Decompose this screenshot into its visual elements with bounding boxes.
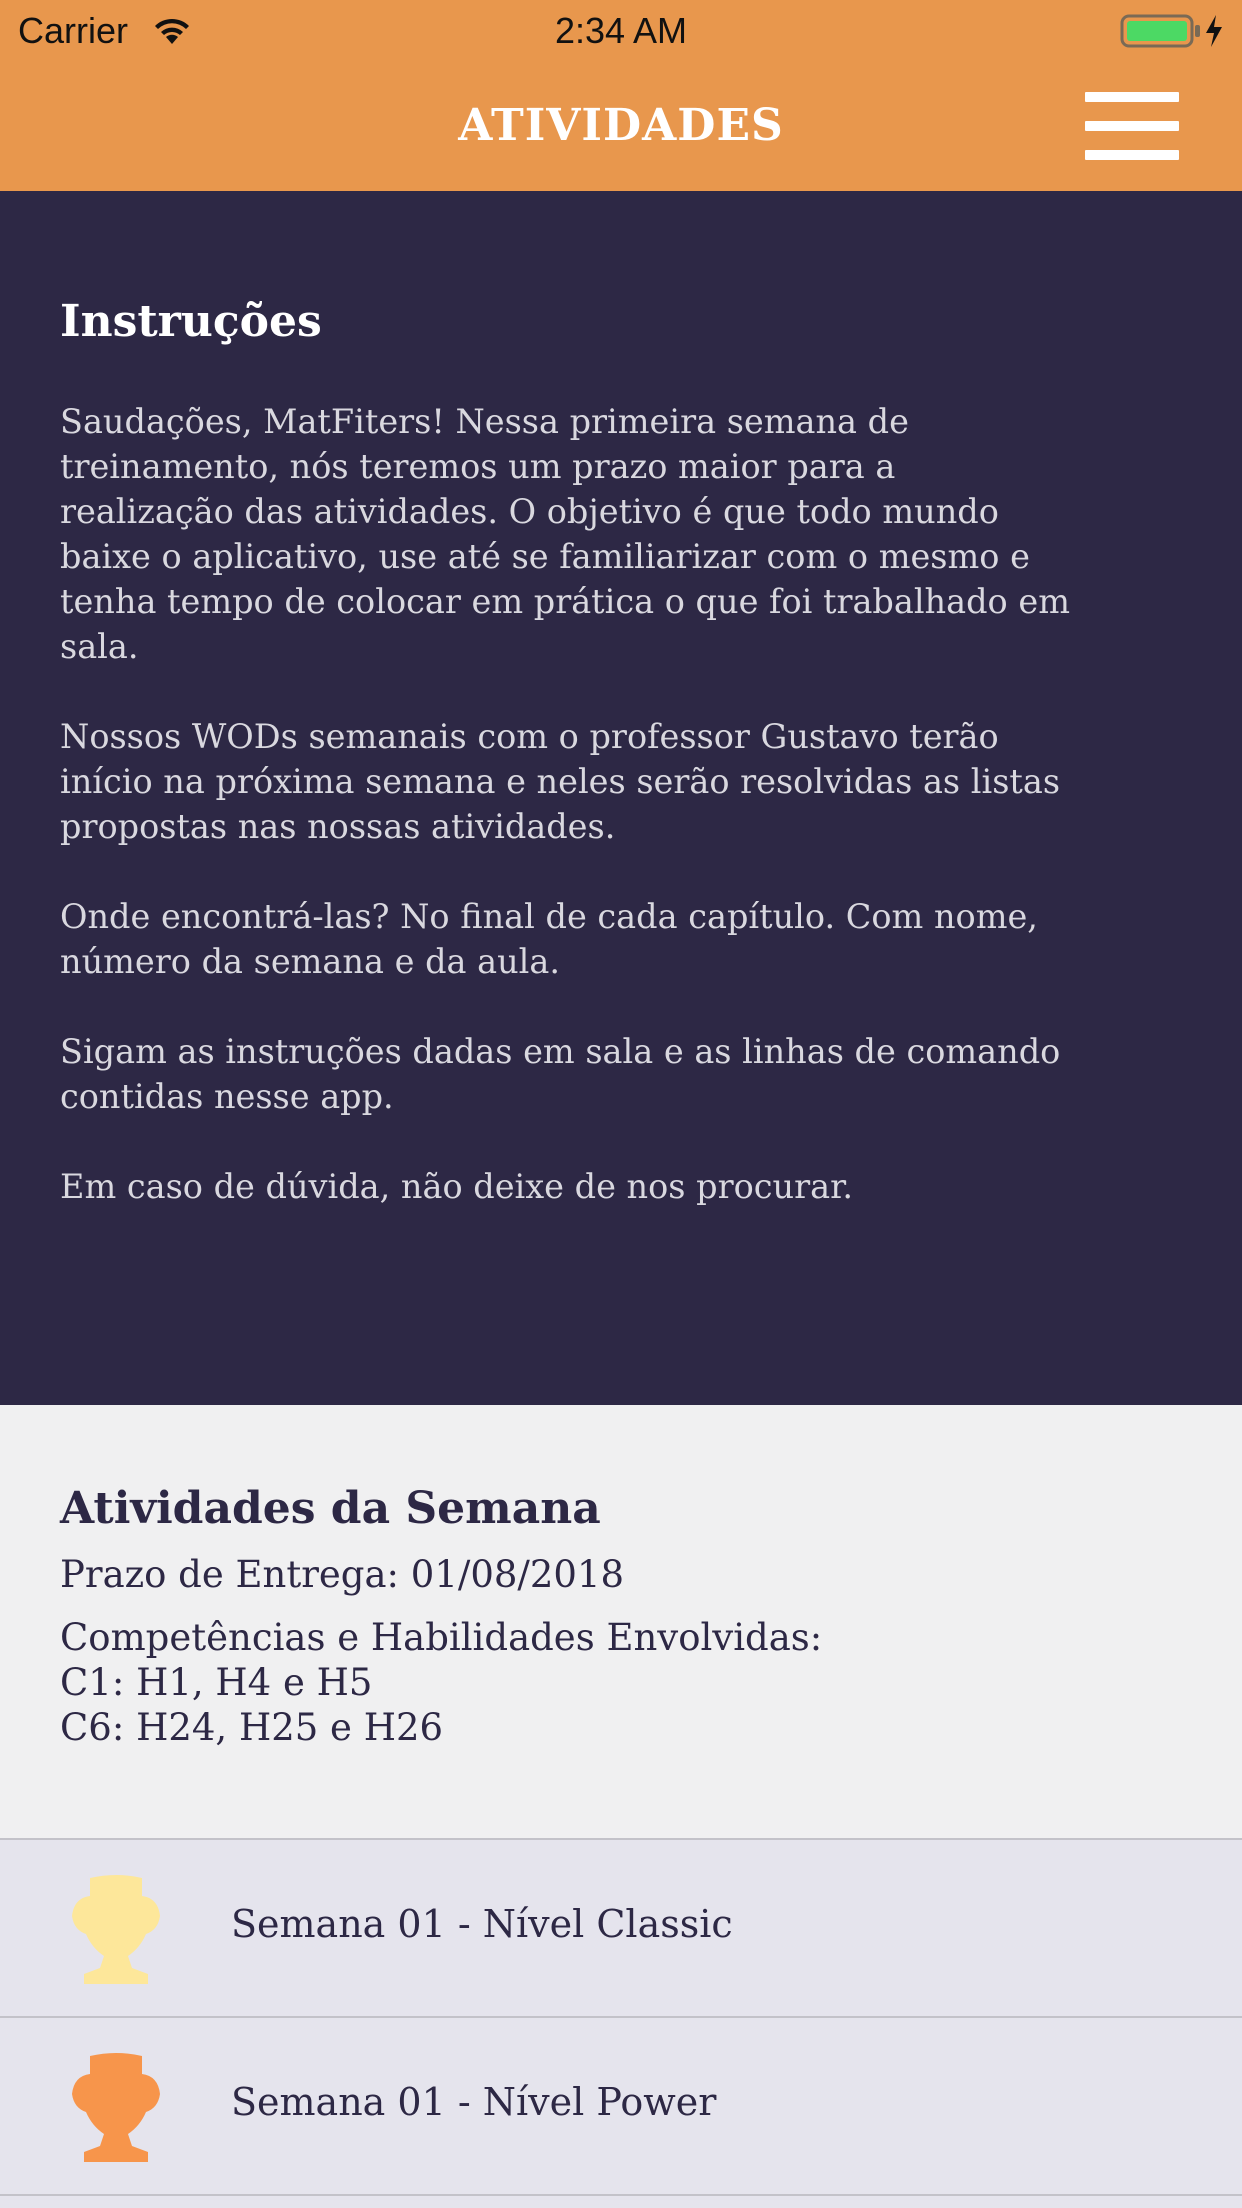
page-title: ATIVIDADES: [458, 100, 784, 151]
activity-row-power[interactable]: Semana 01 - Nível Power: [0, 2016, 1242, 2194]
navigation-bar: ATIVIDADES: [0, 60, 1242, 191]
week-activities-section: Atividades da Semana Prazo de Entrega: 0…: [0, 1405, 1242, 1838]
trophy-icon: [72, 1875, 160, 1984]
deadline-text: Prazo de Entrega: 01/08/2018: [60, 1553, 625, 1596]
competencies-line: C6: H24, H25 e H26: [60, 1706, 444, 1749]
trophy-icon: [72, 2053, 160, 2162]
hamburger-menu-button[interactable]: [1080, 90, 1184, 162]
instructions-paragraph: Onde encontrá-las? No final de cada capí…: [60, 897, 1038, 981]
competencies-line: C1: H1, H4 e H5: [60, 1661, 373, 1704]
list-divider: [0, 2194, 1242, 2196]
battery-charging-icon: [1120, 14, 1222, 48]
instructions-panel: Instruções Saudações, MatFiters! Nessa p…: [0, 191, 1242, 1405]
week-activities-heading: Atividades da Semana: [60, 1483, 601, 1534]
instructions-paragraph: Em caso de dúvida, não deixe de nos proc…: [60, 1167, 854, 1206]
competencies-text: Competências e Habilidades Envolvidas: C…: [60, 1615, 822, 1750]
status-time: 2:34 AM: [554, 10, 688, 51]
activity-label: Semana 01 - Nível Classic: [231, 1902, 733, 1946]
activity-row-classic[interactable]: Semana 01 - Nível Classic: [0, 1838, 1242, 2016]
status-bar: Carrier 2:34 AM: [0, 0, 1242, 60]
instructions-heading: Instruções: [60, 296, 322, 347]
instructions-paragraph: Saudações, MatFiters! Nessa primeira sem…: [60, 402, 1070, 666]
competencies-line: Competências e Habilidades Envolvidas:: [60, 1616, 823, 1659]
instructions-text: Saudações, MatFiters! Nessa primeira sem…: [60, 399, 1190, 1254]
activity-label: Semana 01 - Nível Power: [231, 2080, 717, 2124]
instructions-paragraph: Sigam as instruções dadas em sala e as l…: [60, 1032, 1061, 1116]
instructions-paragraph: Nossos WODs semanais com o professor Gus…: [60, 717, 1061, 846]
